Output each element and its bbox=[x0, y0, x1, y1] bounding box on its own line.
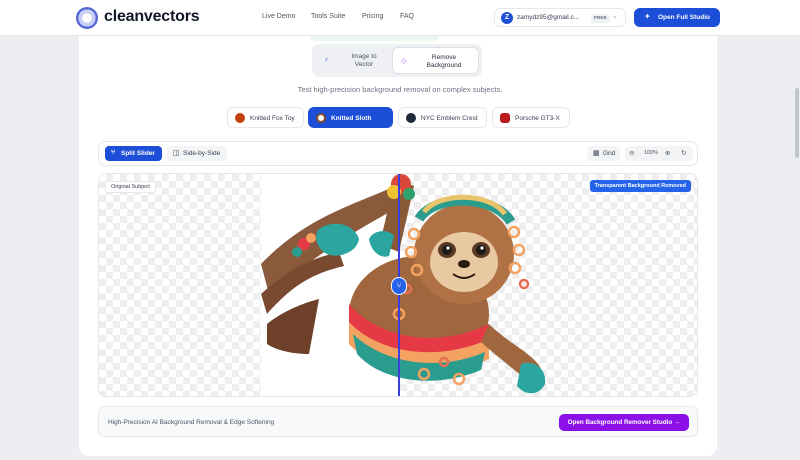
car-thumbnail-icon bbox=[500, 113, 510, 123]
slider-handle-icon[interactable]: ⑂ bbox=[391, 277, 407, 295]
split-slider-button[interactable]: ⑂ Split Slider bbox=[105, 146, 162, 161]
status-strip bbox=[309, 36, 439, 41]
sloth-thumbnail-icon bbox=[316, 113, 326, 123]
reset-icon[interactable]: ↻ bbox=[681, 149, 686, 157]
mode-label-line2: Vector bbox=[354, 61, 374, 68]
mode-label-line1: Remove bbox=[431, 54, 457, 61]
mode-label-line1: Image to bbox=[351, 53, 377, 60]
split-icon: ⑂ bbox=[111, 149, 116, 156]
account-menu[interactable]: Z zamydz95@gmail.c... FREE ⌄ bbox=[494, 8, 626, 27]
side-by-side-button[interactable]: ◫ Side-by-Side bbox=[167, 146, 227, 161]
wand-icon: ✦ bbox=[644, 12, 651, 21]
zoom-controls: ⊖ 100% ⊕ ↻ bbox=[625, 146, 693, 161]
fox-thumbnail-icon bbox=[235, 113, 245, 123]
account-email: zamydz95@gmail.c... bbox=[517, 14, 580, 21]
zoom-level: 100% bbox=[644, 150, 659, 156]
avatar: Z bbox=[501, 12, 513, 24]
grid-toggle-button[interactable]: ▦ Grid bbox=[587, 146, 620, 161]
mode-label-line2: Background bbox=[426, 62, 462, 69]
sample-nyc-emblem-crest[interactable]: NYC Emblem Crest bbox=[398, 107, 487, 128]
nav-link-faq[interactable]: FAQ bbox=[400, 13, 414, 20]
mode-image-to-vector[interactable]: ⚡ Image to Vector bbox=[316, 47, 392, 74]
mode-remove-background[interactable]: ◇ Remove Background bbox=[392, 47, 479, 74]
open-full-studio-button[interactable]: ✦ Open Full Studio bbox=[634, 8, 720, 27]
grid-icon: ▦ bbox=[593, 150, 600, 157]
brand-name[interactable]: cleanvectors bbox=[104, 8, 200, 26]
chevron-down-icon: ⌄ bbox=[612, 13, 618, 20]
nav-link-pricing[interactable]: Pricing bbox=[362, 13, 383, 20]
background-removed-badge: Transparent Background Removed bbox=[589, 180, 691, 192]
sample-knitted-sloth[interactable]: Knitted Sloth bbox=[308, 107, 393, 128]
sample-knitted-fox-toy[interactable]: Knitted Fox Toy bbox=[227, 107, 304, 128]
columns-icon: ◫ bbox=[173, 150, 180, 157]
page-subtitle: Test high-precision background removal o… bbox=[297, 85, 503, 94]
eraser-icon: ◇ bbox=[401, 58, 407, 65]
top-navbar: cleanvectors Live Demo Tools Suite Prici… bbox=[0, 0, 800, 36]
zoom-in-icon[interactable]: ⊕ bbox=[665, 149, 670, 157]
footer-cta-bar: High-Precision AI Background Removal & E… bbox=[98, 406, 698, 437]
footer-description: High-Precision AI Background Removal & E… bbox=[108, 419, 275, 426]
nav-link-tools-suite[interactable]: Tools Suite bbox=[311, 13, 345, 20]
original-subject-label: Original Subject bbox=[105, 181, 156, 193]
open-background-remover-studio-button[interactable]: Open Background Remover Studio → bbox=[559, 414, 689, 431]
nav-link-live-demo[interactable]: Live Demo bbox=[262, 13, 295, 20]
zoom-out-icon[interactable]: ⊖ bbox=[629, 149, 634, 157]
mode-toggle: ⚡ Image to Vector ◇ Remove Background bbox=[312, 44, 482, 77]
globe-logo-icon[interactable] bbox=[76, 7, 98, 29]
page-scrollbar[interactable] bbox=[795, 88, 799, 158]
plan-badge: FREE bbox=[591, 13, 610, 23]
crest-thumbnail-icon bbox=[406, 113, 416, 123]
sample-porsche-gt3-x[interactable]: Porsche GT3-X bbox=[492, 107, 570, 128]
comparison-canvas[interactable]: ⑂ Original Subject Transparent Backgroun… bbox=[98, 173, 698, 397]
wand-icon: ⚡ bbox=[324, 57, 329, 64]
comparison-toolbar: ⑂ Split Slider ◫ Side-by-Side ▦ Grid ⊖ 1… bbox=[98, 141, 698, 166]
